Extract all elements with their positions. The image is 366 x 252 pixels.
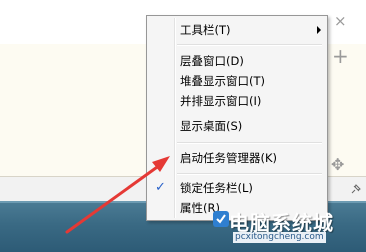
- watermark-logo-icon: [213, 211, 229, 227]
- watermark-url: pcxitongcheng.com: [233, 232, 326, 243]
